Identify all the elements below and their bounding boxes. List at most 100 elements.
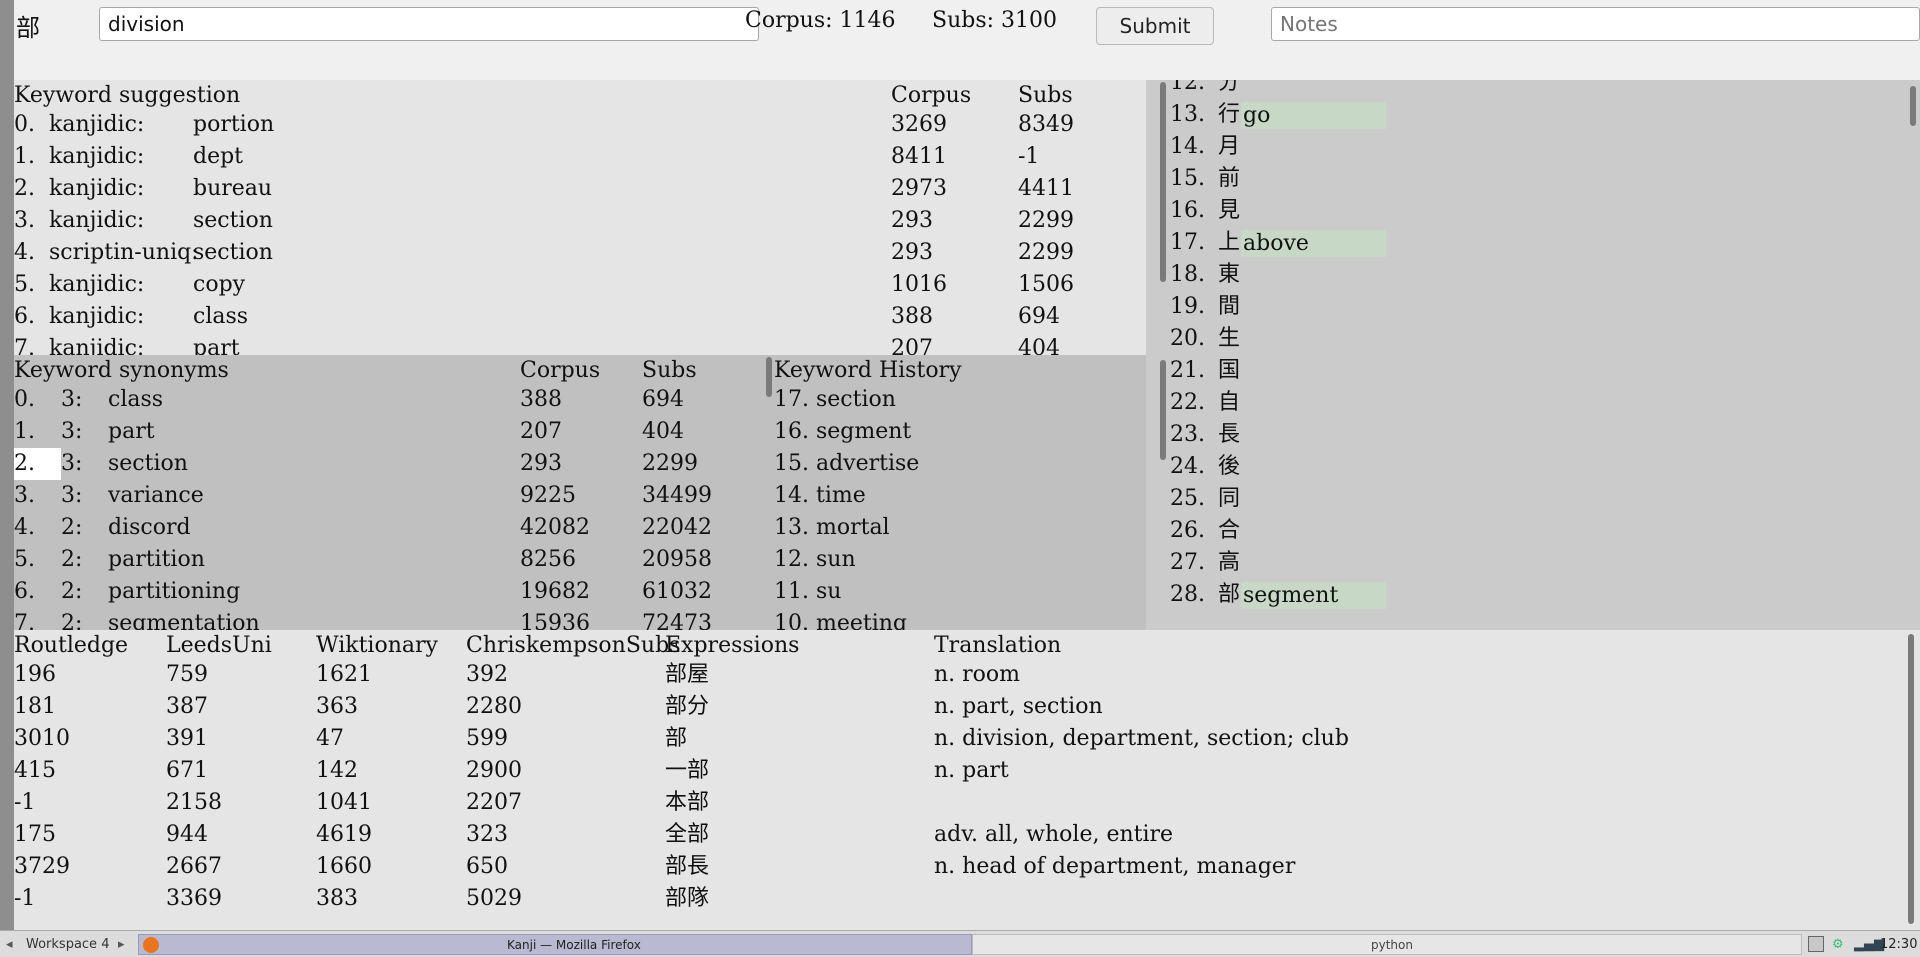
kanji-char: 行 xyxy=(1218,102,1241,127)
history-item[interactable]: 10. meeting xyxy=(774,608,907,630)
kanji-char: 分 xyxy=(1218,80,1241,95)
row-corpus: 293 xyxy=(891,208,933,233)
history-item[interactable]: 15. advertise xyxy=(774,448,919,480)
kanji-index: 23. xyxy=(1170,422,1205,447)
kanji-list-scroll-thumb[interactable] xyxy=(1910,86,1916,126)
row-index: 5. xyxy=(14,547,35,572)
col-expressions: Expressions xyxy=(665,633,800,658)
row-score: 3: xyxy=(61,387,83,412)
cell-chriskempsonsubs: 650 xyxy=(466,854,508,879)
history-item[interactable]: 16. segment xyxy=(774,416,911,448)
tray-network-icon[interactable]: ⚙ xyxy=(1832,934,1844,955)
kanji-index: 17. xyxy=(1170,230,1205,255)
cell-leedsuni: 2667 xyxy=(166,854,222,879)
cell-chriskempsonsubs: 599 xyxy=(466,726,508,751)
taskbar-task-label: Kanji — Mozilla Firefox xyxy=(507,938,641,952)
row-corpus: 207 xyxy=(891,336,933,355)
workspace-label[interactable]: Workspace 4 xyxy=(26,934,109,955)
kanji-index: 18. xyxy=(1170,262,1205,287)
kanji-index: 26. xyxy=(1170,518,1205,543)
kanji-char: 自 xyxy=(1218,390,1241,415)
row-source: kanjidic: xyxy=(49,304,145,329)
workspace-next-icon[interactable]: ▸ xyxy=(118,934,125,955)
cell-translation: adv. all, whole, entire xyxy=(934,822,1174,847)
row-source: kanjidic: xyxy=(49,336,145,355)
history-item[interactable]: 13. mortal xyxy=(774,512,890,544)
row-corpus: 8256 xyxy=(520,547,576,572)
col-wiktionary: Wiktionary xyxy=(316,633,438,658)
kanji-index: 13. xyxy=(1170,102,1205,127)
row-score: 2: xyxy=(61,579,83,604)
col-translation: Translation xyxy=(934,633,1062,658)
row-source: kanjidic: xyxy=(49,272,145,297)
workspace-prev-icon[interactable]: ◂ xyxy=(6,934,13,955)
row-index: 4. xyxy=(14,515,35,540)
row-subs: 404 xyxy=(1018,336,1060,355)
row-index: 5. xyxy=(14,272,35,297)
expressions-scroll-thumb[interactable] xyxy=(1908,634,1914,924)
cell-translation: n. division, department, section; club xyxy=(934,726,1349,751)
cell-expression: 部分 xyxy=(665,694,710,719)
row-corpus: 15936 xyxy=(520,611,590,630)
cell-routledge: 3010 xyxy=(14,726,70,751)
kanji-char: 部 xyxy=(1218,582,1241,607)
keyword-input[interactable] xyxy=(99,7,759,41)
synonyms-col-subs: Subs xyxy=(642,358,697,383)
suggestion-title: Keyword suggestion xyxy=(14,83,241,108)
row-corpus: 293 xyxy=(891,240,933,265)
suggestion-col-corpus: Corpus xyxy=(891,83,972,108)
row-subs: 404 xyxy=(642,419,684,444)
row-corpus: 388 xyxy=(891,304,933,329)
history-title: Keyword History xyxy=(774,358,962,383)
kanji-index: 20. xyxy=(1170,326,1205,351)
row-subs: 2299 xyxy=(1018,240,1074,265)
row-index: 4. xyxy=(14,240,35,265)
row-index: 0. xyxy=(14,387,35,412)
row-keyword: part xyxy=(193,336,240,355)
taskbar-task-python[interactable]: python xyxy=(972,934,1802,955)
keyword-synonyms-panel: Keyword synonyms Corpus Subs 0. 3: class… xyxy=(14,355,766,630)
history-item[interactable]: 11. su xyxy=(774,576,841,608)
history-scroll-thumb[interactable] xyxy=(1160,360,1166,460)
row-corpus: 388 xyxy=(520,387,562,412)
history-item[interactable]: 17. section xyxy=(774,384,896,416)
cell-routledge: -1 xyxy=(14,886,36,911)
kanji-char: 上 xyxy=(1218,230,1241,255)
row-subs: 61032 xyxy=(642,579,712,604)
cell-chriskempsonsubs: 2207 xyxy=(466,790,522,815)
row-keyword: part xyxy=(108,419,155,444)
cell-routledge: 175 xyxy=(14,822,56,847)
row-score: 2: xyxy=(61,611,83,630)
history-left-scroll-thumb[interactable] xyxy=(766,357,772,397)
cell-expression: 部 xyxy=(665,726,688,751)
row-corpus: 42082 xyxy=(520,515,590,540)
notes-input[interactable] xyxy=(1271,7,1920,41)
current-kanji: 部 xyxy=(16,14,40,42)
kanji-char: 高 xyxy=(1218,550,1241,575)
kanji-keyword: above xyxy=(1241,230,1386,257)
kanji-char: 国 xyxy=(1218,358,1241,383)
history-item[interactable]: 14. time xyxy=(774,480,866,512)
kanji-index: 15. xyxy=(1170,166,1205,191)
corpus-count: Corpus: 1146 xyxy=(745,8,896,33)
submit-button[interactable]: Submit xyxy=(1096,7,1214,45)
synonyms-col-corpus: Corpus xyxy=(520,358,601,383)
kanji-list-left-scroll-thumb[interactable] xyxy=(1160,82,1166,282)
taskbar-task-firefox[interactable]: Kanji — Mozilla Firefox xyxy=(138,934,972,955)
row-corpus: 8411 xyxy=(891,144,947,169)
cell-translation: n. part, section xyxy=(934,694,1103,719)
cell-chriskempsonsubs: 2900 xyxy=(466,758,522,783)
kanji-char: 合 xyxy=(1218,518,1241,543)
tray-keyboard-icon[interactable] xyxy=(1808,936,1824,952)
clock: 12:30 xyxy=(1880,937,1918,952)
row-corpus: 1016 xyxy=(891,272,947,297)
kanji-index: 25. xyxy=(1170,486,1205,511)
kanji-index: 16. xyxy=(1170,198,1205,223)
row-subs: 20958 xyxy=(642,547,712,572)
kanji-index: 27. xyxy=(1170,550,1205,575)
row-score: 2: xyxy=(61,515,83,540)
row-keyword: copy xyxy=(193,272,246,297)
row-keyword: variance xyxy=(108,483,204,508)
row-keyword: discord xyxy=(108,515,191,540)
history-item[interactable]: 12. sun xyxy=(774,544,856,576)
